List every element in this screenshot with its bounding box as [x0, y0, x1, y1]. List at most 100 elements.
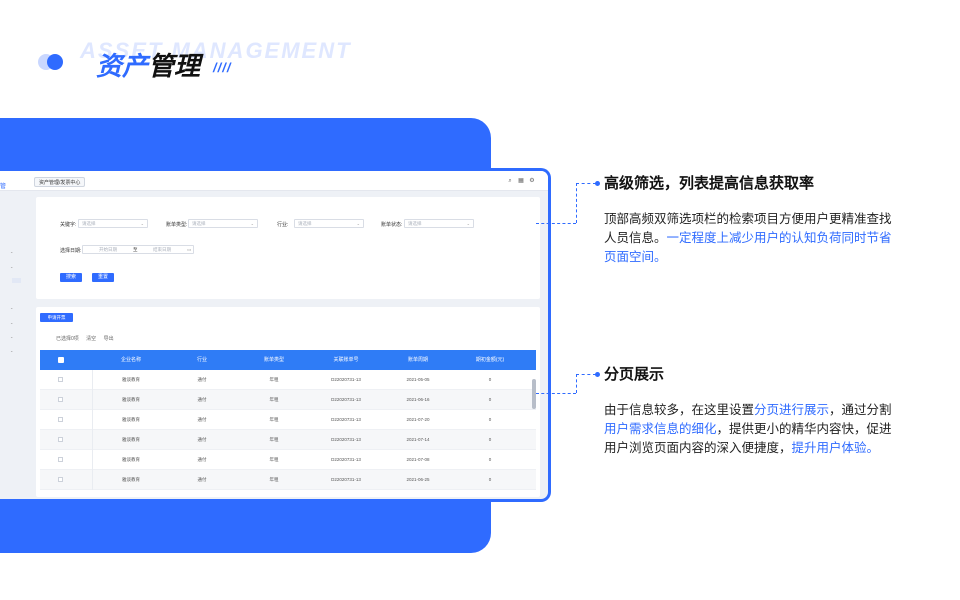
clear-link[interactable]: 清空 [86, 336, 96, 342]
table-cell: 年租 [269, 377, 279, 382]
feature-body-pagination: 由于信息较多，在这里设置分页进行展示，通过分割用户需求信息的细化，提供更小的精华… [604, 401, 894, 458]
page-title: 资产管理 [96, 46, 200, 83]
table-row[interactable]: 雅谈教育 通付 年租 D22020731-13 2021-06-25 0 [40, 470, 536, 490]
date-to: 至 [133, 247, 138, 252]
chevron-down-icon[interactable]: ⌄ [10, 334, 13, 339]
export-link[interactable]: 导出 [104, 336, 114, 342]
table-cell: 雅谈教育 [122, 417, 140, 422]
bill-status-label: 账单状态: [381, 222, 403, 228]
col-divider [92, 390, 93, 410]
feature-body-filter: 顶部高频双筛选项栏的检索项目方便用户更精准查找人员信息。一定程度上减少用户的认知… [604, 210, 894, 267]
chevron-down-icon: ⌄ [140, 221, 144, 226]
connector-line [576, 374, 577, 393]
table-cell: 2021-07-14 [406, 437, 430, 442]
body-text: 由于信息较多，在这里设置 [604, 403, 755, 417]
title-main: 管理 [148, 51, 201, 81]
row-checkbox[interactable] [58, 377, 63, 382]
table-cell: 通付 [197, 377, 207, 382]
table-scrollbar[interactable] [532, 379, 536, 409]
row-checkbox[interactable] [58, 437, 63, 442]
breadcrumb-tab[interactable]: 资产管理/发票中心 [34, 177, 86, 187]
table-header: 企业名称 行业 账单类型 关联账单号 账单周期 期初金额(元) [40, 350, 536, 370]
search-icon[interactable]: ⌕ [507, 178, 513, 184]
table-cell: D22020731-13 [331, 437, 361, 442]
connector-line [576, 183, 596, 184]
table-cell: D22020731-13 [331, 397, 361, 402]
chevron-down-icon: ⌄ [250, 221, 254, 226]
row-checkbox[interactable] [58, 477, 63, 482]
reset-button[interactable]: 重置 [92, 273, 114, 282]
row-checkbox[interactable] [58, 397, 63, 402]
table-cell: 年租 [269, 437, 279, 442]
sidebar-label[interactable]: 管 [0, 181, 6, 190]
body-highlight: 分页进行展示 [754, 403, 830, 417]
table-cell: 通付 [197, 457, 207, 462]
grid-icon[interactable]: ▦ [518, 178, 524, 184]
bill-status-select[interactable]: 请选择 ⌄ [404, 219, 474, 228]
chevron-down-icon[interactable]: ⌄ [10, 305, 13, 310]
table-cell: 通付 [197, 477, 207, 482]
table-row[interactable]: 雅谈教育 通付 年租 D22020731-13 2021-06-16 0 [40, 390, 536, 410]
table-cell: 2021-06-16 [406, 397, 430, 402]
col-divider [92, 410, 93, 430]
calendar-icon: ▭ [187, 247, 192, 252]
industry-select[interactable]: 请选择 ⌄ [294, 219, 364, 228]
apply-invoice-button[interactable]: 申请开票 [40, 313, 73, 322]
table-row[interactable]: 雅谈教育 通付 年租 D22020731-13 2021-05-05 0 [40, 370, 536, 390]
connector-line [576, 183, 577, 223]
gear-icon[interactable]: ⚙ [529, 178, 535, 184]
col-header[interactable]: 账单类型 [238, 350, 310, 370]
table-cell: D22020731-13 [331, 457, 361, 462]
keyword-select[interactable]: 请选择 ⌄ [78, 219, 148, 228]
table-cell: 0 [488, 417, 492, 422]
table-cell: 0 [488, 477, 492, 482]
col-header[interactable]: 企业名称 [96, 350, 166, 370]
header-slashes: //// [213, 60, 232, 75]
industry-placeholder: 请选择 [298, 221, 312, 226]
chevron-down-icon[interactable]: ⌄ [10, 249, 13, 254]
col-header[interactable]: 期初金额(元) [454, 350, 526, 370]
connector-line [536, 393, 576, 394]
table-cell: 2021-05-05 [406, 377, 430, 382]
table-row[interactable]: 雅谈教育 通付 年租 D22020731-13 2021-07-08 0 [40, 450, 536, 470]
table-panel: 申请开票 已选择0项 清空 导出 企业名称 行业 账单类型 关联账单号 账单周期… [36, 307, 540, 497]
table-cell: 雅谈教育 [122, 397, 140, 402]
chevron-down-icon[interactable]: ⌄ [10, 264, 13, 269]
date-start: 开始日期 [99, 247, 117, 252]
bill-type-placeholder: 请选择 [192, 221, 206, 226]
slide: ASSET MANAGEMENT 资产管理 //// 资产管理/发票中心 ⌕ ▦… [0, 0, 960, 600]
table-cell: 0 [488, 377, 492, 382]
date-range-picker[interactable]: 开始日期 至 结束日期 ▭ [82, 245, 194, 254]
table-cell: 雅谈教育 [122, 437, 140, 442]
col-header[interactable]: 行业 [166, 350, 238, 370]
chevron-down-icon: ⌄ [466, 221, 470, 226]
table-cell: 0 [488, 457, 492, 462]
table-cell: 通付 [197, 417, 207, 422]
table-cell: 通付 [197, 437, 207, 442]
keyword-placeholder: 请选择 [82, 221, 96, 226]
selected-count: 已选择0项 [56, 336, 79, 342]
chevron-down-icon[interactable]: ⌄ [10, 348, 13, 353]
table-cell: D22020731-13 [331, 477, 361, 482]
search-button[interactable]: 搜索 [60, 273, 82, 282]
col-divider [92, 430, 93, 450]
app-topbar: 资产管理/发票中心 ⌕ ▦ ⚙ [0, 171, 548, 191]
connector-line [576, 374, 596, 375]
table-cell: 年租 [269, 477, 279, 482]
col-header[interactable]: 关联账单号 [310, 350, 382, 370]
chevron-down-icon[interactable]: ⌄ [10, 320, 13, 325]
col-header[interactable]: 账单周期 [382, 350, 454, 370]
row-checkbox[interactable] [58, 457, 63, 462]
feature-title-filter: 高级筛选，列表提高信息获取率 [604, 175, 815, 192]
table-row[interactable]: 雅谈教育 通付 年租 D22020731-13 2021-07-20 0 [40, 410, 536, 430]
row-checkbox[interactable] [58, 417, 63, 422]
table-cell: 2021-06-25 [406, 477, 430, 482]
table-cell: 年租 [269, 417, 279, 422]
select-all-checkbox[interactable] [58, 357, 64, 363]
table-row[interactable]: 雅谈教育 通付 年租 D22020731-13 2021-07-14 0 [40, 430, 536, 450]
bill-type-select[interactable]: 请选择 ⌄ [188, 219, 258, 228]
sidebar-item-selected[interactable] [12, 278, 21, 283]
feature-title-pagination: 分页展示 [604, 366, 665, 383]
bill-type-label: 账单类型: [166, 222, 188, 228]
bill-status-placeholder: 请选择 [408, 221, 422, 226]
